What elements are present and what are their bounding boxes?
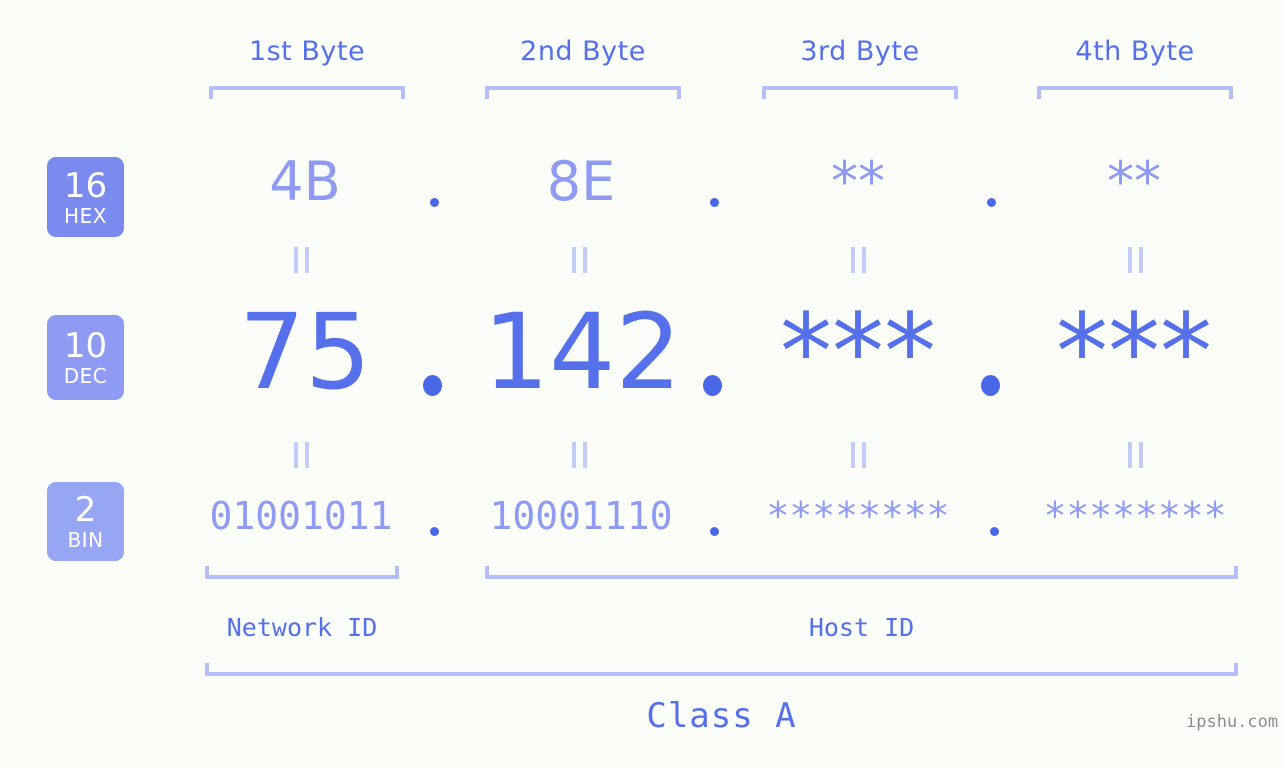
equals-mark-dec-bin-2 (572, 442, 588, 468)
dec-dot-separator-3 (981, 375, 1000, 396)
network-id-bracket (205, 566, 399, 579)
dec-dot-separator-2 (703, 375, 722, 396)
equals-mark-hex-dec-3 (851, 247, 867, 273)
base-badge-dec-name: DEC (63, 364, 108, 388)
equals-mark-hex-dec-4 (1128, 247, 1144, 273)
bin-byte-4: ******** (1043, 494, 1227, 538)
equals-mark-hex-dec-1 (294, 247, 310, 273)
equals-mark-dec-bin-1 (294, 442, 310, 468)
bin-dot-separator-3 (990, 527, 999, 536)
base-badge-hex-number: 16 (63, 165, 108, 206)
bin-byte-1: 01001011 (209, 494, 393, 538)
base-badge-bin-number: 2 (74, 490, 97, 530)
equals-mark-dec-bin-3 (851, 442, 867, 468)
hex-byte-2: 8E (546, 150, 616, 213)
dec-byte-4: *** (1056, 291, 1212, 413)
byte-header-4: 4th Byte (1075, 36, 1195, 67)
bin-dot-separator-1 (430, 527, 439, 536)
dec-dot-separator-1 (423, 375, 442, 396)
byte-header-2: 2nd Byte (520, 36, 646, 67)
base-badge-dec: 10 DEC (47, 315, 124, 400)
host-id-bracket (485, 566, 1238, 579)
hex-dot-separator-3 (987, 198, 996, 207)
dec-byte-1: 75 (238, 291, 372, 413)
dec-byte-2: 142 (483, 291, 682, 413)
hex-byte-4: ** (1107, 150, 1161, 213)
ip-breakdown-diagram: 1st Byte 2nd Byte 3rd Byte 4th Byte 16 H… (0, 0, 1285, 767)
equals-mark-dec-bin-4 (1128, 442, 1144, 468)
bin-byte-2: 10001110 (489, 494, 673, 538)
host-id-label: Host ID (808, 613, 915, 642)
base-badge-bin-name: BIN (67, 528, 104, 552)
byte-bracket-3 (762, 86, 958, 99)
network-id-label: Network ID (226, 613, 378, 642)
hex-byte-3: ** (831, 150, 885, 213)
base-badge-hex-name: HEX (64, 203, 107, 228)
byte-header-3: 3rd Byte (800, 36, 920, 67)
equals-mark-hex-dec-2 (572, 247, 588, 273)
byte-header-1: 1st Byte (248, 36, 366, 67)
bin-dot-separator-2 (710, 527, 719, 536)
byte-bracket-2 (485, 86, 681, 99)
hex-byte-1: 4B (269, 150, 341, 213)
hex-dot-separator-2 (710, 198, 719, 207)
dec-byte-3: *** (780, 291, 936, 413)
base-badge-dec-number: 10 (63, 326, 108, 366)
byte-bracket-4 (1037, 86, 1233, 99)
class-label: Class A (646, 696, 797, 736)
hex-dot-separator-1 (430, 198, 439, 207)
byte-bracket-1 (209, 86, 405, 99)
base-badge-hex: 16 HEX (47, 157, 124, 237)
class-bracket (205, 663, 1238, 676)
site-watermark: ipshu.com (1186, 712, 1279, 732)
base-badge-bin: 2 BIN (47, 482, 124, 561)
bin-byte-3: ******** (766, 494, 950, 538)
